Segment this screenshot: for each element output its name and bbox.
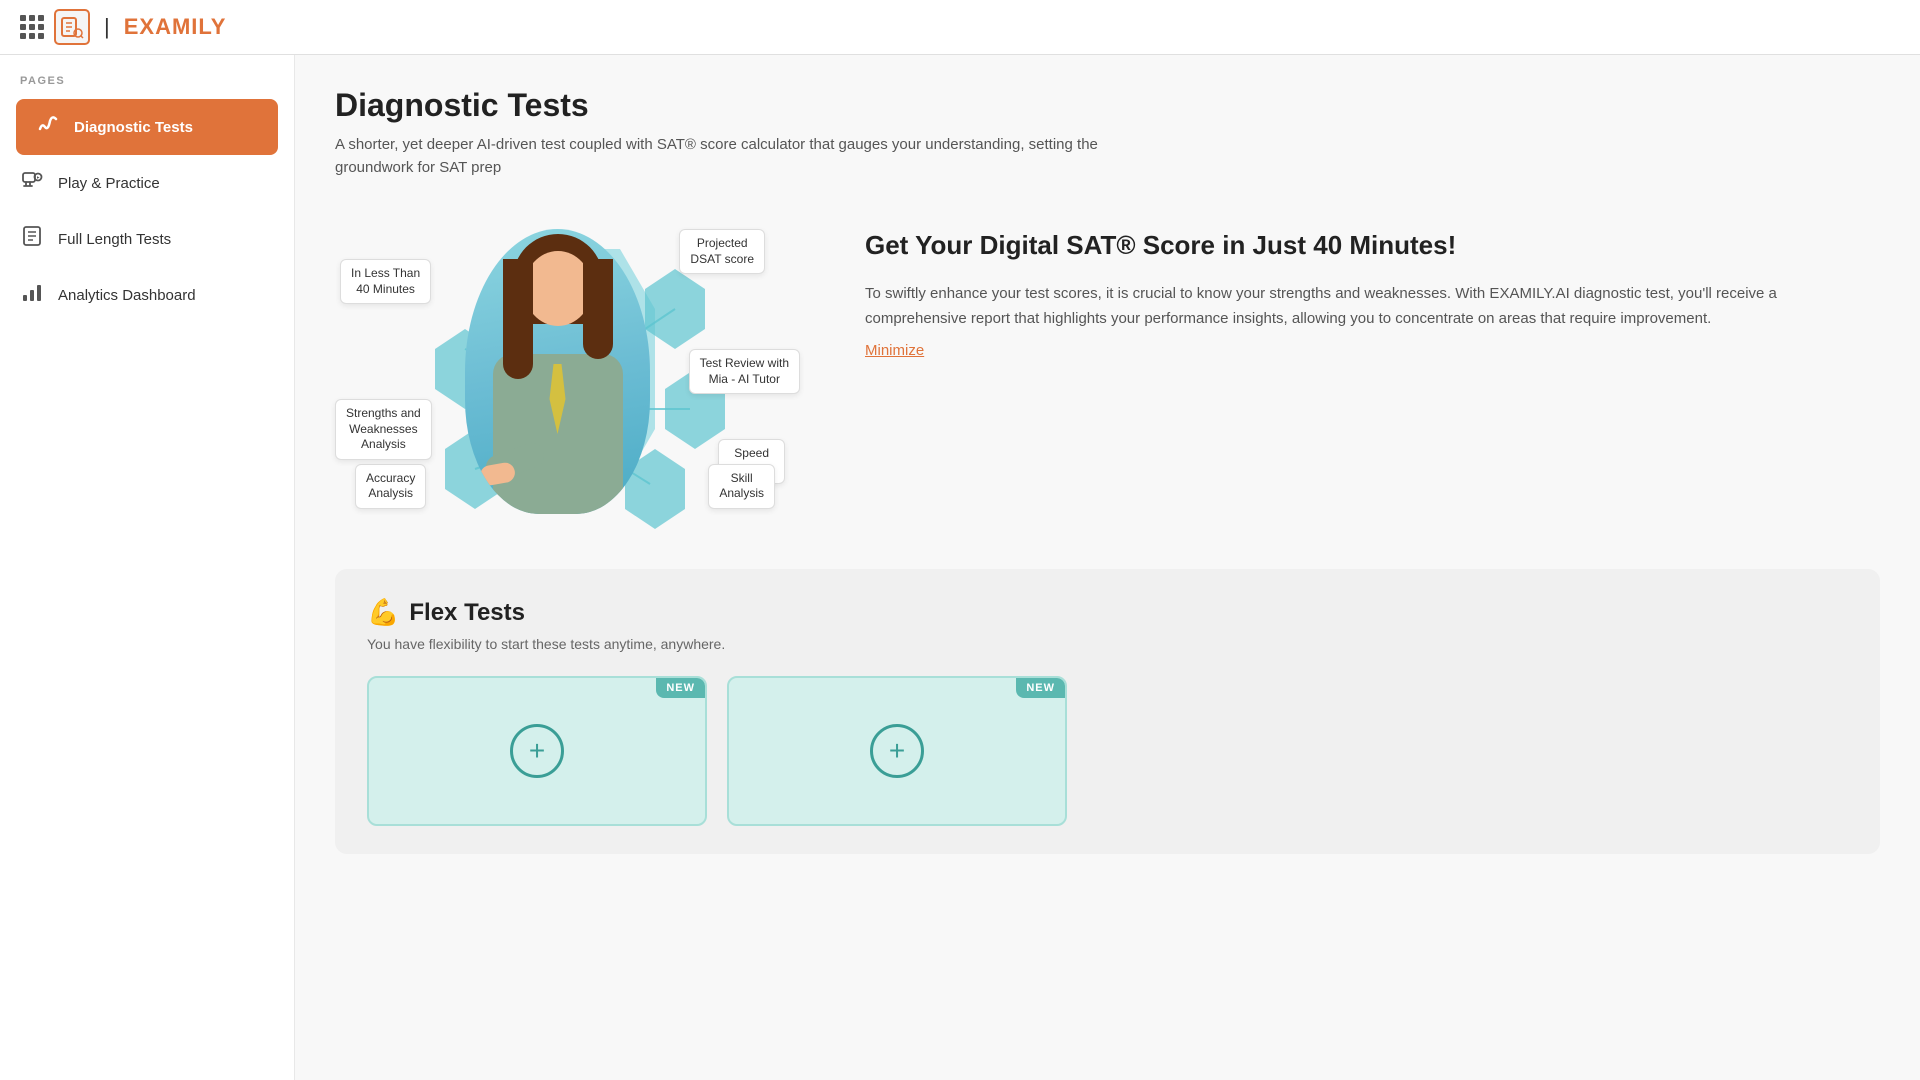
sidebar-item-label-diagnostic: Diagnostic Tests [74, 119, 193, 136]
test-card-1-add-button[interactable]: + [510, 724, 564, 778]
logo-text: EXAMILY [124, 14, 227, 40]
sidebar-item-label-full: Full Length Tests [58, 231, 171, 248]
hero-section: In Less Than40 Minutes ProjectedDSAT sco… [335, 209, 1880, 529]
sidebar-item-play-practice[interactable]: Play & Practice [0, 155, 294, 211]
label-test-review: Test Review withMia - AI Tutor [689, 349, 800, 394]
sidebar-item-label-analytics: Analytics Dashboard [58, 287, 196, 304]
diagnostic-tests-icon [36, 113, 60, 141]
minimize-link[interactable]: Minimize [865, 342, 924, 359]
main-content: Diagnostic Tests A shorter, yet deeper A… [295, 55, 1920, 1080]
test-cards-container: NEW + NEW + [367, 676, 1848, 826]
hero-diagram: In Less Than40 Minutes ProjectedDSAT sco… [335, 209, 805, 529]
student-image [465, 229, 650, 514]
top-header: | EXAMILY [0, 0, 1920, 55]
page-subtitle: A shorter, yet deeper AI-driven test cou… [335, 134, 1155, 179]
label-projected-dsat: ProjectedDSAT score [679, 229, 765, 274]
play-practice-icon [20, 169, 44, 197]
test-card-2-badge: NEW [1016, 678, 1065, 698]
hero-info: Get Your Digital SAT® Score in Just 40 M… [865, 209, 1880, 360]
sidebar-section-label: PAGES [0, 75, 294, 99]
sidebar-item-diagnostic-tests[interactable]: Diagnostic Tests [16, 99, 278, 155]
flex-tests-emoji: 💪 [367, 597, 399, 628]
flex-tests-title: Flex Tests [409, 599, 525, 627]
sidebar-item-analytics[interactable]: Analytics Dashboard [0, 267, 294, 323]
sidebar-item-full-length-tests[interactable]: Full Length Tests [0, 211, 294, 267]
grid-icon[interactable] [20, 15, 44, 39]
test-card-1-badge: NEW [656, 678, 705, 698]
logo-image [54, 9, 90, 45]
label-strengths-weaknesses: Strengths andWeaknessesAnalysis [335, 399, 432, 460]
label-skill-analysis: SkillAnalysis [708, 464, 775, 509]
logo-separator: | [104, 14, 110, 40]
sidebar-item-label-play: Play & Practice [58, 175, 160, 192]
test-card-2-add-button[interactable]: + [870, 724, 924, 778]
flex-tests-header: 💪 Flex Tests [367, 597, 1848, 628]
full-length-tests-icon [20, 225, 44, 253]
sidebar: PAGES Diagnostic Tests Play & Practice [0, 55, 295, 1080]
logo-area: | EXAMILY [20, 9, 227, 45]
flex-tests-subtitle: You have flexibility to start these test… [367, 636, 1848, 652]
flex-tests-section: 💪 Flex Tests You have flexibility to sta… [335, 569, 1880, 854]
layout: PAGES Diagnostic Tests Play & Practice [0, 55, 1920, 1080]
test-card-2[interactable]: NEW + [727, 676, 1067, 826]
label-accuracy-analysis: AccuracyAnalysis [355, 464, 426, 509]
hero-info-title: Get Your Digital SAT® Score in Just 40 M… [865, 229, 1880, 263]
test-card-1[interactable]: NEW + [367, 676, 707, 826]
label-in-less-than: In Less Than40 Minutes [340, 259, 431, 304]
page-title: Diagnostic Tests [335, 87, 1880, 124]
hero-info-body: To swiftly enhance your test scores, it … [865, 281, 1880, 332]
analytics-icon [20, 281, 44, 309]
